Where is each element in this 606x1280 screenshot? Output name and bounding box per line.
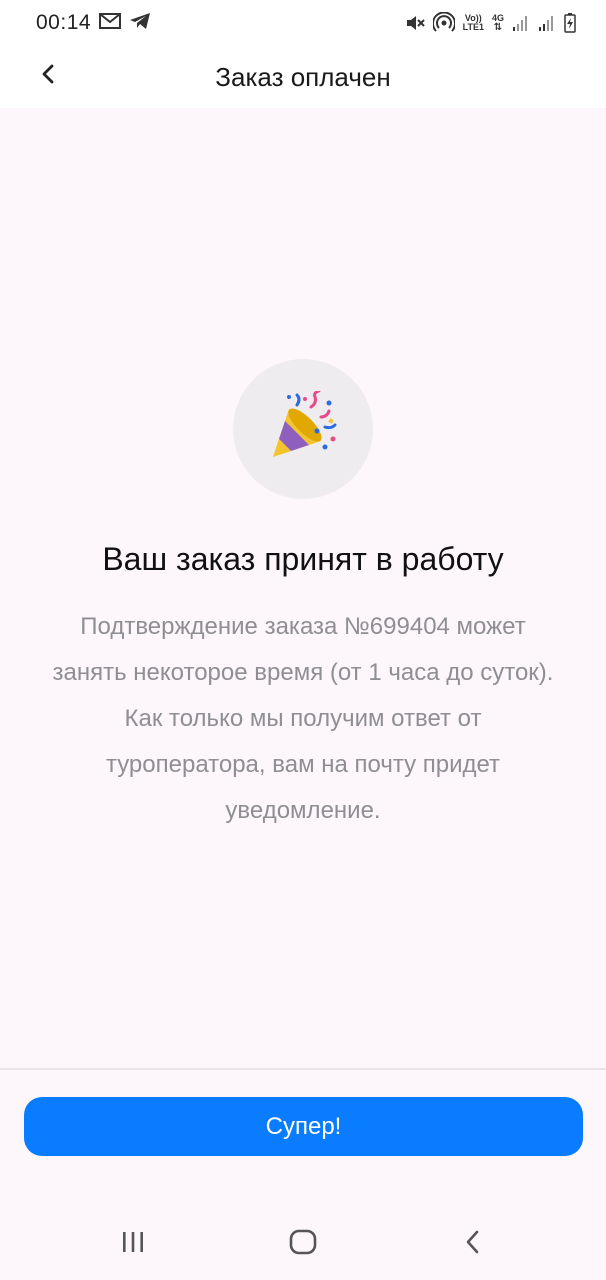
status-bar: 00:14 Vo)) LTE1 4G ⇅ — [0, 0, 606, 46]
bottom-action-bar: Супер! — [0, 1070, 606, 1180]
signal-icon-2 — [538, 14, 556, 32]
home-button[interactable] — [283, 1224, 323, 1264]
party-popper-icon — [267, 389, 339, 468]
lte-label: LTE1 — [462, 22, 484, 32]
back-nav-icon — [464, 1229, 482, 1260]
page-title: Заказ оплачен — [215, 61, 391, 92]
data-arrows-icon: ⇅ — [493, 22, 503, 33]
recent-apps-icon — [120, 1231, 146, 1258]
volte-icon: Vo)) LTE1 — [463, 14, 484, 32]
header: Заказ оплачен — [0, 46, 606, 108]
battery-icon — [564, 13, 576, 33]
headline: Ваш заказ принят в работу — [102, 541, 504, 577]
chevron-left-icon — [40, 62, 56, 91]
main-content: Ваш заказ принят в работу Подтверждение … — [0, 108, 606, 1068]
4g-icon: 4G ⇅ — [492, 14, 504, 33]
mute-icon — [405, 13, 425, 33]
emoji-badge — [233, 359, 373, 499]
telegram-icon — [129, 12, 151, 35]
back-nav-button[interactable] — [453, 1224, 493, 1264]
system-nav-bar — [0, 1180, 606, 1280]
status-right: Vo)) LTE1 4G ⇅ — [405, 12, 576, 34]
hotspot-icon — [432, 12, 455, 34]
description: Подтверждение заказа №699404 может занят… — [52, 613, 554, 824]
status-left: 00:14 — [36, 11, 151, 35]
recent-apps-button[interactable] — [113, 1224, 153, 1264]
back-button[interactable] — [28, 54, 68, 98]
home-icon — [289, 1229, 317, 1260]
super-button[interactable]: Супер! — [24, 1097, 583, 1156]
signal-icon-1 — [512, 14, 530, 32]
status-time: 00:14 — [36, 11, 92, 34]
mail-icon — [99, 12, 122, 34]
